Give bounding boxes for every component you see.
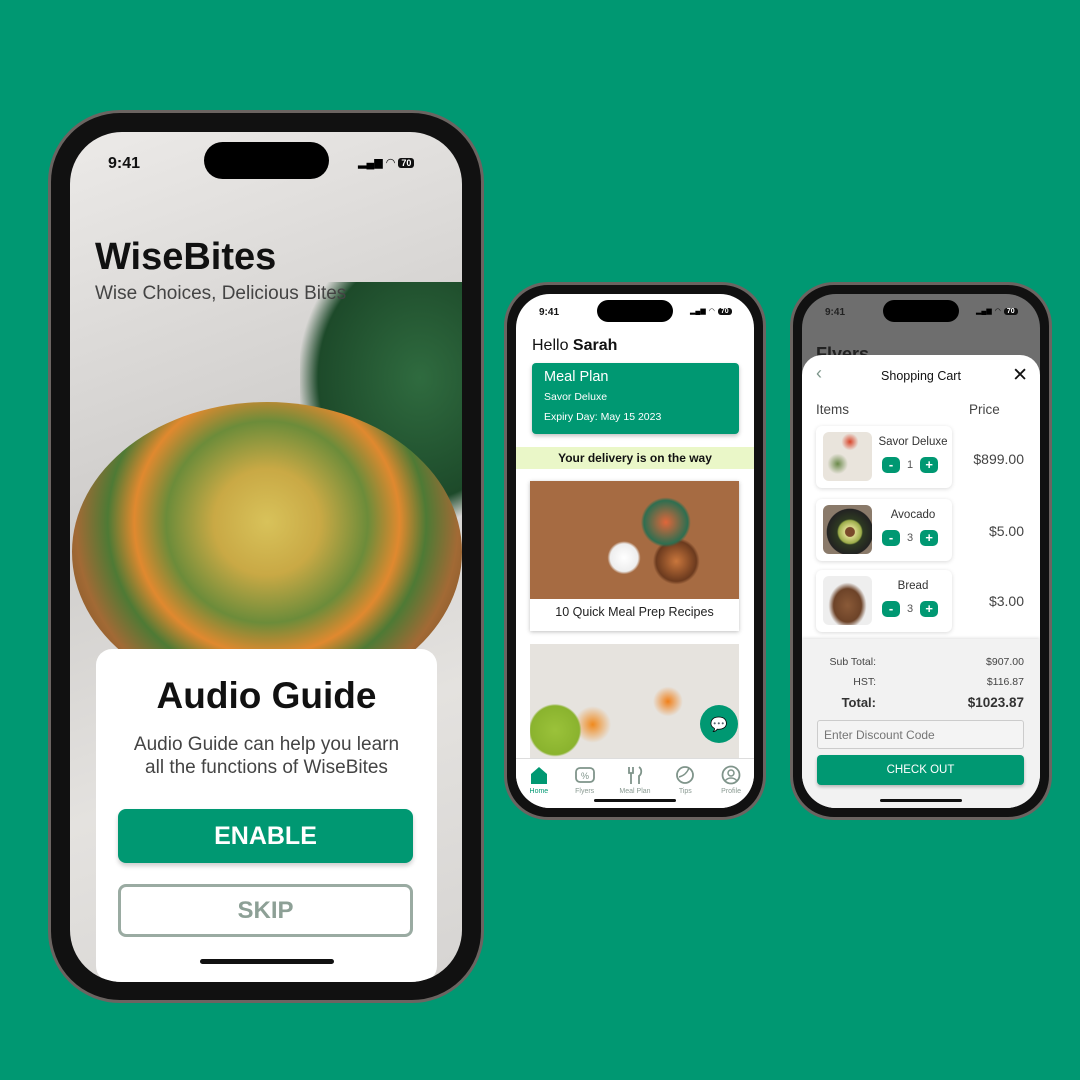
cart-summary: Sub Total: $907.00 HST: $116.87 Total: $… xyxy=(802,639,1040,808)
signal-icon: ▂▄▆ xyxy=(690,308,706,315)
tagline: Wise Choices, Delicious Bites xyxy=(95,283,347,304)
status-icons: ▂▄▆ ◠ 70 xyxy=(690,307,732,315)
meal-plan-name: Savor Deluxe xyxy=(544,391,608,403)
skip-button[interactable]: SKIP xyxy=(118,884,413,937)
decrease-button[interactable]: - xyxy=(882,530,900,546)
item-name: Avocado xyxy=(890,509,936,521)
battery-icon: 70 xyxy=(398,157,415,168)
total-label: Total: xyxy=(841,695,876,710)
item-thumbnail xyxy=(823,432,872,481)
nav-label: Home xyxy=(529,788,549,795)
decrease-button[interactable]: - xyxy=(882,601,900,617)
items-header: Items xyxy=(816,402,850,417)
item-price: $899.00 xyxy=(973,451,1024,467)
coupon-icon: % xyxy=(574,767,595,783)
wifi-icon: ◠ xyxy=(708,308,715,315)
svg-text:%: % xyxy=(581,771,589,781)
nav-tips[interactable]: Tips xyxy=(674,765,696,808)
enable-button[interactable]: ENABLE xyxy=(118,809,413,863)
nav-label: Flyers xyxy=(575,788,595,795)
leaf-globe-icon xyxy=(676,766,695,784)
close-button[interactable]: ✕ xyxy=(1012,364,1028,387)
dynamic-island xyxy=(204,142,329,179)
item-qty: 3 xyxy=(907,603,914,615)
dynamic-island xyxy=(597,300,673,322)
dialog-title: Audio Guide xyxy=(156,675,377,716)
discount-code-input[interactable] xyxy=(817,720,1024,749)
item-qty: 1 xyxy=(907,459,914,471)
dialog-body: Audio Guide can help you learn all the f… xyxy=(133,734,400,778)
nav-label: Profile xyxy=(721,788,741,795)
subtotal-value: $907.00 xyxy=(986,656,1024,668)
audio-guide-dialog: Audio Guide Audio Guide can help you lea… xyxy=(96,649,437,982)
cart-item: Avocado -3 + xyxy=(816,499,952,561)
status-time: 9:41 xyxy=(825,307,846,318)
battery-icon: 70 xyxy=(1003,307,1018,315)
chat-bubble-icon: 💬 xyxy=(710,716,728,732)
hst-value: $116.87 xyxy=(986,676,1024,688)
cart-screen: 9:41 ▂▄▆ ◠ 70 Flyers ‹ Shopping Cart ✕ Ite… xyxy=(802,294,1040,808)
greeting: Hello Sarah xyxy=(532,337,617,355)
recipe-image xyxy=(530,481,739,599)
delivery-banner: Your delivery is on the way xyxy=(516,447,754,469)
status-time: 9:41 xyxy=(108,155,141,172)
hst-label: HST: xyxy=(853,676,876,688)
item-qty: 3 xyxy=(907,532,914,544)
item-name: Bread xyxy=(897,580,929,592)
item-thumbnail xyxy=(823,576,872,625)
sheet-title: Shopping Cart xyxy=(881,369,961,383)
close-icon: ✕ xyxy=(1012,365,1028,386)
produce-card-image[interactable] xyxy=(530,644,739,759)
subtotal-label: Sub Total: xyxy=(829,656,876,668)
item-thumbnail xyxy=(823,505,872,554)
home-indicator xyxy=(880,799,962,802)
increase-button[interactable]: + xyxy=(920,457,939,473)
status-time: 9:41 xyxy=(539,307,560,318)
recipe-card-title: 10 Quick Meal Prep Recipes xyxy=(555,605,714,619)
home-indicator xyxy=(594,799,676,802)
fork-knife-icon xyxy=(628,766,643,784)
item-price: $3.00 xyxy=(988,593,1024,609)
dynamic-island xyxy=(883,300,959,322)
item-price: $5.00 xyxy=(988,523,1024,539)
profile-icon xyxy=(721,765,741,785)
signal-icon: ▂▄▆ xyxy=(358,157,383,169)
app-name: WiseBites xyxy=(95,236,277,278)
total-value: $1023.87 xyxy=(967,695,1024,710)
nav-home[interactable]: Home xyxy=(528,765,550,808)
home-indicator xyxy=(200,959,334,964)
status-icons: ▂▄▆ ◠ 70 xyxy=(976,307,1018,315)
home-icon xyxy=(530,767,547,784)
battery-icon: 70 xyxy=(717,307,732,315)
increase-button[interactable]: + xyxy=(920,530,939,546)
increase-button[interactable]: + xyxy=(920,601,939,617)
cart-item: Bread -3 + xyxy=(816,570,952,632)
item-name: Savor Deluxe xyxy=(878,436,948,448)
meal-plan-card[interactable]: Meal Plan Savor Deluxe Expiry Day: May 1… xyxy=(532,363,739,434)
wifi-icon: ◠ xyxy=(385,157,396,169)
nav-label: Tips xyxy=(678,788,692,795)
home-screen: 9:41 ▂▄▆ ◠ 70 Hello Sarah Meal Plan Savor … xyxy=(516,294,754,808)
signal-icon: ▂▄▆ xyxy=(976,308,992,315)
nav-profile[interactable]: Profile xyxy=(720,765,742,808)
checkout-button[interactable]: CHECK OUT xyxy=(817,755,1024,785)
meal-plan-expiry: Expiry Day: May 15 2023 xyxy=(544,411,662,423)
chat-button[interactable]: 💬 xyxy=(700,705,738,743)
nav-label: Meal Plan xyxy=(619,788,651,795)
cart-item: Savor Deluxe -1 + xyxy=(816,426,952,488)
decrease-button[interactable]: - xyxy=(882,457,900,473)
greeting-text: Hello xyxy=(532,337,569,354)
user-name: Sarah xyxy=(572,337,618,354)
meal-plan-title: Meal Plan xyxy=(544,369,609,385)
status-icons: ▂▄▆ ◠ 70 xyxy=(358,156,415,169)
cart-sheet: ‹ Shopping Cart ✕ Items Price Savor Delu… xyxy=(802,355,1040,808)
wifi-icon: ◠ xyxy=(994,308,1001,315)
onboarding-screen: WiseBites Wise Choices, Delicious Bites … xyxy=(70,132,462,982)
nav-flyers[interactable]: % Flyers xyxy=(574,765,596,808)
recipe-card[interactable]: 10 Quick Meal Prep Recipes xyxy=(530,481,739,631)
price-header: Price xyxy=(969,402,1000,417)
